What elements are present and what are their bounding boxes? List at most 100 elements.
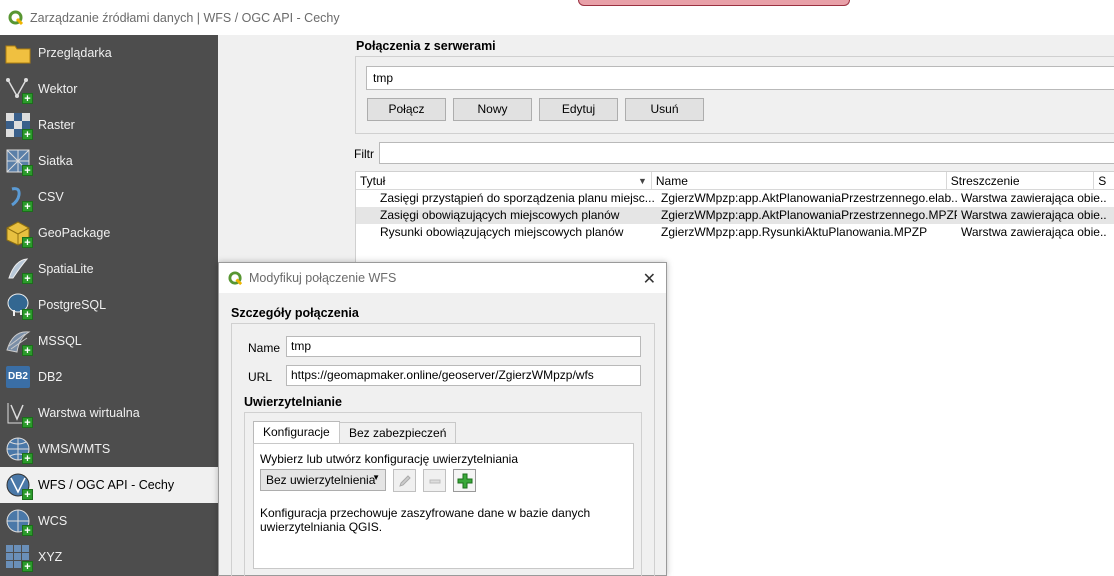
sidebar-item-wcs[interactable]: + WCS bbox=[0, 503, 218, 539]
sidebar-item-db2[interactable]: DB2 DB2 bbox=[0, 359, 218, 395]
sidebar-item-label: XYZ bbox=[38, 550, 63, 564]
sidebar-item-wfs[interactable]: + WFS / OGC API - Cechy bbox=[0, 467, 218, 503]
dialog-titlebar: Modyfikuj połączenie WFS ✕ bbox=[219, 263, 666, 293]
sort-down-icon: ▼ bbox=[637, 176, 647, 186]
plus-icon: + bbox=[22, 561, 33, 573]
column-header-extra[interactable]: S bbox=[1094, 172, 1114, 189]
wms-icon: + bbox=[4, 435, 33, 465]
plus-icon: + bbox=[22, 525, 33, 537]
sidebar-item-xyz[interactable]: + XYZ bbox=[0, 539, 218, 575]
window-titlebar: Zarządzanie źródłami danych | WFS / OGC … bbox=[0, 0, 1114, 36]
url-label: URL bbox=[248, 370, 273, 384]
sidebar-item-postgresql[interactable]: + PostgreSQL bbox=[0, 287, 218, 323]
tab-configurations[interactable]: Konfiguracje bbox=[253, 421, 340, 444]
sidebar-item-label: WCS bbox=[38, 514, 68, 528]
sidebar-item-vector[interactable]: + Wektor bbox=[0, 71, 218, 107]
sidebar-item-mesh[interactable]: + Siatka bbox=[0, 143, 218, 179]
sidebar-item-label: SpatiaLite bbox=[38, 262, 94, 276]
plus-icon: + bbox=[22, 417, 33, 429]
db2-icon: DB2 bbox=[4, 363, 32, 391]
cell-name: ZgierzWMpzp:app.AktPlanowaniaPrzestrzenn… bbox=[661, 208, 957, 222]
sidebar-item-raster[interactable]: + Raster bbox=[0, 107, 218, 143]
db2-badge: DB2 bbox=[6, 366, 30, 388]
auth-config-value: Bez uwierzytelnienia bbox=[266, 473, 376, 487]
connect-button[interactable]: Połącz bbox=[367, 98, 446, 121]
plus-icon: + bbox=[22, 273, 33, 285]
sidebar-item-label: Warstwa wirtualna bbox=[38, 406, 140, 420]
name-field[interactable]: tmp bbox=[286, 336, 641, 357]
vector-icon: + bbox=[4, 75, 33, 105]
pencil-icon bbox=[398, 474, 411, 487]
plus-icon: + bbox=[22, 309, 33, 321]
add-config-button[interactable] bbox=[453, 469, 476, 492]
sidebar-item-mssql[interactable]: + MSSQL bbox=[0, 323, 218, 359]
table-row[interactable]: Zasięgi przystąpień do sporządzenia plan… bbox=[356, 190, 1114, 207]
column-header-name[interactable]: Name bbox=[652, 172, 947, 189]
cell-title: Zasięgi obowiązujących miejscowych planó… bbox=[380, 208, 620, 222]
postgresql-icon: + bbox=[4, 291, 33, 321]
cell-abstract: Warstwa zawierająca obie... bbox=[961, 208, 1107, 222]
mssql-icon: + bbox=[4, 327, 33, 357]
raster-icon: + bbox=[4, 111, 33, 141]
cell-title: Zasięgi przystąpień do sporządzenia plan… bbox=[380, 191, 655, 205]
close-icon[interactable]: ✕ bbox=[643, 269, 656, 289]
sidebar-item-wms[interactable]: + WMS/WMTS bbox=[0, 431, 218, 467]
sidebar-item-csv[interactable]: + CSV bbox=[0, 179, 218, 215]
filter-input[interactable] bbox=[379, 142, 1114, 164]
folder-icon bbox=[4, 39, 32, 67]
cell-name: ZgierzWMpzp:app.RysunkiAktuPlanowania.MP… bbox=[661, 225, 928, 239]
sidebar-item-label: WMS/WMTS bbox=[38, 442, 111, 456]
cell-name: ZgierzWMpzp:app.AktPlanowaniaPrzestrzenn… bbox=[661, 191, 957, 205]
sidebar-item-spatialite[interactable]: + SpatiaLite bbox=[0, 251, 218, 287]
column-header-label: Tytuł bbox=[360, 174, 386, 188]
table-row[interactable]: Zasięgi obowiązujących miejscowych planó… bbox=[356, 207, 1114, 224]
add-icon bbox=[457, 473, 472, 488]
chevron-down-icon: ▼ bbox=[372, 473, 380, 482]
wcs-icon: + bbox=[4, 507, 33, 537]
edit-button[interactable]: Edytuj bbox=[539, 98, 618, 121]
connection-select[interactable]: tmp bbox=[366, 66, 1114, 90]
name-label: Name bbox=[248, 341, 281, 355]
sidebar-item-browser[interactable]: Przeglądarka bbox=[0, 35, 218, 71]
csv-icon: + bbox=[4, 183, 33, 213]
choose-config-label: Wybierz lub utwórz konfigurację uwierzyt… bbox=[260, 452, 519, 466]
plus-icon: + bbox=[22, 129, 33, 141]
authentication-title: Uwierzytelnianie bbox=[244, 395, 342, 409]
cell-abstract: Warstwa zawierająca obie... bbox=[961, 191, 1107, 205]
column-header-label: S bbox=[1098, 174, 1107, 188]
sidebar-item-label: CSV bbox=[38, 190, 64, 204]
table-header: Tytuł ▼ Name Streszczenie S bbox=[356, 172, 1114, 190]
url-field[interactable]: https://geomapmaker.online/geoserver/Zgi… bbox=[286, 365, 641, 386]
column-header-label: Name bbox=[655, 174, 688, 188]
background-map-shape bbox=[578, 0, 850, 6]
edit-config-button[interactable] bbox=[393, 469, 416, 492]
sidebar-item-label: DB2 bbox=[38, 370, 63, 384]
qgis-logo-icon bbox=[8, 10, 24, 25]
minus-icon bbox=[429, 479, 440, 483]
column-header-label: Streszczenie bbox=[950, 174, 1020, 188]
remove-button[interactable]: Usuń bbox=[625, 98, 704, 121]
dialog-title: Modyfikuj połączenie WFS bbox=[249, 271, 397, 285]
config-info-line-1: Konfiguracja przechowuje zaszyfrowane da… bbox=[260, 506, 591, 520]
plus-icon: + bbox=[22, 345, 33, 357]
window-title: Zarządzanie źródłami danych | WFS / OGC … bbox=[30, 10, 340, 25]
remove-config-button[interactable] bbox=[423, 469, 446, 492]
geopackage-icon: + bbox=[4, 219, 33, 249]
sidebar-item-geopackage[interactable]: + GeoPackage bbox=[0, 215, 218, 251]
table-row[interactable]: Rysunki obowiązujących miejscowych planó… bbox=[356, 224, 1114, 241]
column-header-abstract[interactable]: Streszczenie bbox=[947, 172, 1095, 189]
cell-title: Rysunki obowiązujących miejscowych planó… bbox=[380, 225, 624, 239]
connections-group: tmp Połącz Nowy Edytuj Usuń bbox=[355, 56, 1114, 134]
sidebar-item-label: MSSQL bbox=[38, 334, 82, 348]
new-button[interactable]: Nowy bbox=[453, 98, 532, 121]
sidebar-item-label: Przeglądarka bbox=[38, 46, 112, 60]
sidebar-item-label: Wektor bbox=[38, 82, 78, 96]
plus-icon: + bbox=[22, 453, 33, 465]
xyz-icon: + bbox=[4, 543, 33, 573]
auth-config-select[interactable]: Bez uwierzytelnienia ▼ bbox=[260, 469, 386, 491]
sidebar-item-label: GeoPackage bbox=[38, 226, 111, 240]
sidebar-item-virtual-layer[interactable]: + Warstwa wirtualna bbox=[0, 395, 218, 431]
tab-basic[interactable]: Bez zabezpieczeń bbox=[339, 422, 457, 444]
column-header-title[interactable]: Tytuł ▼ bbox=[356, 172, 652, 189]
config-info-line-2: uwierzytelniania QGIS. bbox=[260, 520, 383, 534]
